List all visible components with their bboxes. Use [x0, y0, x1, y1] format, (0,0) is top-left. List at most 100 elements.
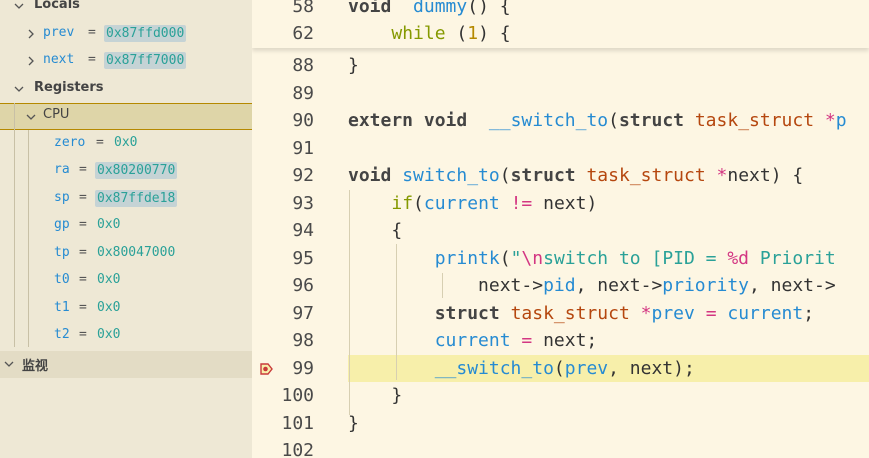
code-line[interactable]: 98 current = next;: [252, 327, 869, 354]
line-number[interactable]: 92: [292, 165, 314, 186]
line-number[interactable]: 99: [292, 358, 314, 379]
code-text[interactable]: }: [348, 55, 359, 76]
reg-equals: =: [96, 135, 104, 150]
code-token: prev: [564, 357, 609, 379]
code-token: task_struct: [510, 302, 630, 324]
line-number[interactable]: 102: [281, 440, 314, 458]
code-token: switch to [PID =: [543, 247, 728, 269]
code-line[interactable]: 102: [252, 437, 869, 458]
var-name: prev: [43, 25, 75, 40]
line-number[interactable]: 95: [292, 248, 314, 269]
code-text[interactable]: struct task_struct *prev = current;: [348, 303, 814, 324]
code-line[interactable]: 97 struct task_struct *prev = current;: [252, 300, 869, 327]
code-line[interactable]: 96 next->pid, next->priority, next->: [252, 272, 869, 299]
register-sp[interactable]: sp = 0x87ffde18: [0, 186, 252, 213]
code-line[interactable]: 93 if(current != next): [252, 190, 869, 217]
register-t0[interactable]: t0 = 0x0: [0, 268, 252, 295]
code-token: priority: [662, 275, 749, 296]
locals-section-header[interactable]: Locals: [0, 0, 252, 20]
register-ra[interactable]: ra = 0x80200770: [0, 158, 252, 185]
code-line[interactable]: 91: [252, 135, 869, 162]
local-var-next[interactable]: next = 0x87ff7000: [0, 48, 252, 75]
line-number[interactable]: 101: [281, 413, 314, 434]
register-gp[interactable]: gp = 0x0: [0, 213, 252, 240]
line-number[interactable]: 93: [292, 193, 314, 214]
code-line[interactable]: 94 {: [252, 217, 869, 244]
code-text[interactable]: void dummy() {: [348, 0, 511, 17]
code-token: (: [499, 247, 511, 269]
code-text[interactable]: while (1) {: [348, 23, 510, 44]
reg-name: tp: [54, 245, 70, 260]
code-text[interactable]: extern void __switch_to(struct task_stru…: [348, 110, 847, 131]
indent-guide: [442, 273, 443, 298]
code-text[interactable]: {: [348, 220, 402, 241]
code-text[interactable]: printk("\nswitch to [PID = %d Priorit: [348, 248, 836, 269]
code-token: , next);: [608, 357, 695, 379]
code-line[interactable]: 62 while (1) {: [252, 20, 869, 47]
code-text[interactable]: void switch_to(struct task_struct *next)…: [348, 165, 803, 186]
code-text[interactable]: next->pid, next->priority, next->: [348, 275, 836, 296]
var-name: next: [43, 52, 75, 67]
local-var-prev[interactable]: prev = 0x87ffd000: [0, 21, 252, 48]
chevron-right-icon: [24, 48, 38, 75]
breakpoint-stopped-icon[interactable]: [259, 361, 273, 375]
code-line[interactable]: 89: [252, 80, 869, 107]
code-line[interactable]: 101}: [252, 410, 869, 437]
reg-equals: =: [79, 217, 87, 232]
code-line[interactable]: 90 extern void __switch_to(struct task_st…: [252, 107, 869, 134]
sticky-scroll-header[interactable]: 58 void dummy() { 62 while (1) {: [252, 0, 869, 48]
code-text[interactable]: __switch_to(prev, next);: [348, 358, 695, 379]
registers-section-header[interactable]: Registers: [0, 76, 252, 103]
code-token: (: [499, 165, 511, 186]
line-number[interactable]: 97: [292, 303, 314, 324]
register-zero[interactable]: zero = 0x0: [0, 131, 252, 158]
code-editor[interactable]: 58 void dummy() { 62 while (1) { 88} 89 90 ex…: [252, 0, 869, 458]
reg-value: 0x0: [97, 300, 121, 315]
code-token: (: [608, 110, 619, 131]
code-text[interactable]: if(current != next): [348, 193, 597, 214]
line-number[interactable]: 96: [292, 275, 314, 296]
line-number[interactable]: 58: [292, 0, 314, 17]
code-text[interactable]: current = next;: [348, 330, 598, 351]
code-token: next) {: [727, 165, 804, 186]
code-text[interactable]: }: [348, 385, 402, 406]
line-number[interactable]: 88: [292, 55, 314, 76]
register-t1[interactable]: t1 = 0x0: [0, 296, 252, 323]
line-number[interactable]: 89: [292, 83, 314, 104]
register-t2[interactable]: t2 = 0x0: [0, 323, 252, 350]
code-line[interactable]: 95 printk("\nswitch to [PID = %d Priorit: [252, 245, 869, 272]
code-text[interactable]: }: [348, 413, 359, 434]
watch-label: 监视: [22, 359, 49, 374]
code-token: dummy: [413, 0, 468, 17]
reg-equals: =: [79, 245, 87, 260]
code-token: prev: [651, 302, 695, 324]
code-line[interactable]: 88}: [252, 52, 869, 79]
line-number[interactable]: 100: [281, 385, 314, 406]
indent-guide: [349, 190, 350, 415]
line-number[interactable]: 98: [292, 330, 314, 351]
cpu-group[interactable]: CPU: [0, 103, 252, 130]
register-tp[interactable]: tp = 0x80047000: [0, 241, 252, 268]
code-line[interactable]: 92 void switch_to(struct task_struct *nex…: [252, 162, 869, 189]
reg-name: gp: [54, 217, 70, 232]
code-line[interactable]: 100 }: [252, 382, 869, 409]
line-number[interactable]: 91: [292, 138, 314, 159]
code-line[interactable]: 99 __switch_to(prev, next);: [252, 354, 869, 382]
line-number[interactable]: 94: [292, 220, 314, 241]
code-line[interactable]: 58 void dummy() {: [252, 0, 869, 20]
code-token: }: [348, 412, 359, 434]
reg-equals: =: [79, 272, 87, 287]
cpu-label: CPU: [43, 107, 70, 122]
line-number[interactable]: 62: [292, 23, 314, 44]
code-token: ": [510, 247, 522, 269]
line-number[interactable]: 90: [292, 110, 314, 131]
watch-section-header[interactable]: 监视: [0, 351, 252, 378]
locals-label: Locals: [34, 0, 80, 12]
